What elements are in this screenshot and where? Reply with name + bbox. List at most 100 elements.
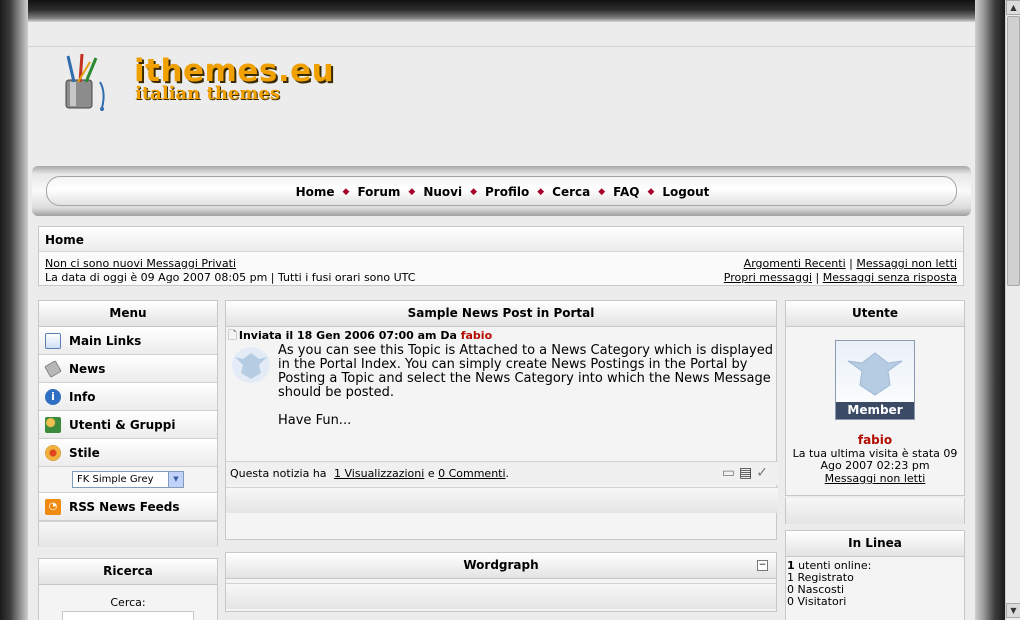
post-block-footer (226, 487, 778, 513)
online-stats: 1 utenti online: 1 Registrato 0 Nascosti… (786, 557, 964, 611)
users-icon (45, 416, 61, 433)
post-meta-prefix: Inviata il 18 Gen 2006 07:00 am Da (238, 329, 457, 342)
wordgraph-block: Wordgraph − (225, 552, 777, 612)
last-visit-text: La tua ultima visita è stata 09 Ago 2007… (792, 447, 958, 472)
wordgraph-title: Wordgraph (226, 553, 776, 579)
nav-separator-diamond-icon: ◆ (342, 187, 350, 197)
window-frame-top (28, 0, 975, 22)
own-posts-link[interactable]: Propri messaggi (724, 271, 812, 284)
post-author[interactable]: fabio (461, 329, 492, 342)
nav-home[interactable]: Home (290, 185, 341, 199)
post-document-icon: 🗋 (228, 329, 237, 342)
user-avatar[interactable]: Member (835, 340, 915, 420)
online-block: In Linea 1 utenti online: 1 Registrato 0… (785, 530, 965, 620)
page-scrollbar[interactable]: ▲ ▼ (1005, 0, 1020, 620)
eagle-avatar-icon (232, 347, 270, 383)
breadcrumb-home[interactable]: Home (39, 227, 963, 252)
style-select-row: FK Simple Grey ▼ (39, 467, 217, 493)
brush-cup-icon (65, 53, 105, 111)
comments-link[interactable]: 0 Commenti (438, 467, 505, 480)
nav-items: Home ◆ Forum ◆ Nuovi ◆ Profilo ◆ Cerca ◆… (47, 177, 958, 207)
nav-cerca[interactable]: Cerca (546, 185, 596, 199)
nav-separator-diamond-icon: ◆ (537, 187, 545, 197)
search-label: Cerca: (110, 596, 146, 609)
post-meta: 🗋 Inviata il 18 Gen 2006 07:00 am Da fabi… (226, 327, 776, 342)
nav-forum[interactable]: Forum (351, 185, 406, 199)
nav-profilo[interactable]: Profilo (479, 185, 535, 199)
post-foot-prefix: Questa notizia ha (230, 467, 327, 480)
window-frame-left (0, 0, 28, 620)
menu-item-label: Stile (69, 445, 100, 460)
post-title[interactable]: Sample News Post in Portal (226, 301, 776, 327)
menu-item-rss[interactable]: ◔ RSS News Feeds (39, 493, 217, 521)
style-select-value: FK Simple Grey (77, 474, 154, 485)
nav-separator-diamond-icon: ◆ (598, 187, 606, 197)
menu-item-label: Info (69, 389, 96, 404)
nav-nuovi[interactable]: Nuovi (417, 185, 468, 199)
wordgraph-footer (226, 583, 776, 609)
palette-icon (45, 444, 61, 461)
check-icon[interactable]: ✓ (756, 465, 772, 481)
views-link[interactable]: 1 Visualizzazioni (334, 467, 424, 480)
tag-icon (44, 359, 62, 378)
post-actions: ▭▤✓ (722, 465, 772, 481)
nav-separator-diamond-icon: ◆ (408, 187, 416, 197)
menu-item-info[interactable]: i Info (39, 383, 217, 411)
post-foot-suffix: . (505, 467, 510, 480)
scroll-thumb[interactable] (1007, 16, 1020, 286)
unanswered-posts-link[interactable]: Messaggi senza risposta (823, 271, 957, 284)
nav-logout[interactable]: Logout (656, 185, 715, 199)
private-messages-row: Non ci sono nuovi Messaggi Privati (45, 257, 236, 270)
search-title: Ricerca (39, 559, 217, 585)
link-separator: | (815, 271, 823, 284)
nav-faq[interactable]: FAQ (607, 185, 645, 199)
scroll-down-arrow-icon[interactable]: ▼ (1006, 603, 1020, 618)
private-messages-link[interactable]: Non ci sono nuovi Messaggi Privati (45, 257, 236, 270)
nav-separator-diamond-icon: ◆ (470, 187, 477, 197)
post-footer: Questa notizia ha 1 Visualizzazioni e 0 … (226, 461, 778, 485)
info-box: Home Non ci sono nuovi Messaggi Privati … (38, 226, 964, 286)
post-body: As you can see this Topic is Attached to… (278, 344, 778, 428)
post-paragraph: Have Fun... (278, 413, 352, 428)
quick-links-row-2: Propri messaggi | Messaggi senza rispost… (724, 271, 957, 284)
style-select[interactable]: FK Simple Grey ▼ (72, 471, 184, 488)
avatar-rank-label: Member (836, 402, 914, 419)
search-input[interactable] (62, 611, 194, 620)
user-unread-row: Messaggi non letti (786, 473, 964, 485)
menu-item-main-links[interactable]: Main Links (39, 327, 217, 355)
comment-icon[interactable]: ▭ (722, 465, 739, 481)
menu-item-label: News (69, 361, 106, 376)
menu-item-label: Utenti & Gruppi (69, 417, 176, 432)
user-footer-bar (786, 498, 964, 524)
dropdown-arrow-icon[interactable]: ▼ (168, 472, 183, 487)
window-frame-right (975, 0, 1005, 620)
date-line: La data di oggi è 09 Ago 2007 08:05 pm |… (45, 271, 416, 284)
recent-topics-link[interactable]: Argomenti Recenti (744, 257, 846, 270)
page: ithemes.eu italian themes Home ◆ Forum ◆… (28, 22, 975, 620)
menu-item-label: Main Links (69, 333, 142, 348)
print-icon[interactable]: ▤ (739, 465, 756, 481)
menu-block: Menu Main Links News i Info Utenti & Gru… (38, 300, 218, 547)
collapse-icon[interactable]: − (757, 560, 768, 571)
post-paragraph: As you can see this Topic is Attached to… (278, 343, 773, 400)
menu-item-users-groups[interactable]: Utenti & Gruppi (39, 411, 217, 439)
search-block: Ricerca Cerca: (38, 558, 218, 620)
news-post-block: Sample News Post in Portal 🗋 Inviata il 1… (225, 300, 778, 540)
menu-item-stile[interactable]: Stile (39, 439, 217, 467)
menu-item-news[interactable]: News (39, 355, 217, 383)
scroll-up-arrow-icon[interactable]: ▲ (1006, 0, 1020, 15)
site-logo[interactable]: ithemes.eu italian themes (60, 52, 360, 112)
menu-footer (39, 521, 217, 547)
menu-title: Menu (39, 301, 217, 327)
menu-item-label: RSS News Feeds (69, 499, 180, 514)
online-guests: 0 Visitatori (787, 595, 847, 608)
user-title: Utente (786, 301, 964, 327)
user-unread-link[interactable]: Messaggi non letti (825, 472, 926, 485)
quick-links-row-1: Argomenti Recenti | Messaggi non letti (744, 257, 957, 270)
unread-messages-link[interactable]: Messaggi non letti (856, 257, 957, 270)
nav-separator-diamond-icon: ◆ (647, 187, 655, 197)
info-icon: i (45, 388, 61, 405)
user-name[interactable]: fabio (786, 433, 964, 447)
eagle-avatar-icon (847, 352, 903, 396)
logo-subtitle: italian themes (135, 83, 280, 104)
